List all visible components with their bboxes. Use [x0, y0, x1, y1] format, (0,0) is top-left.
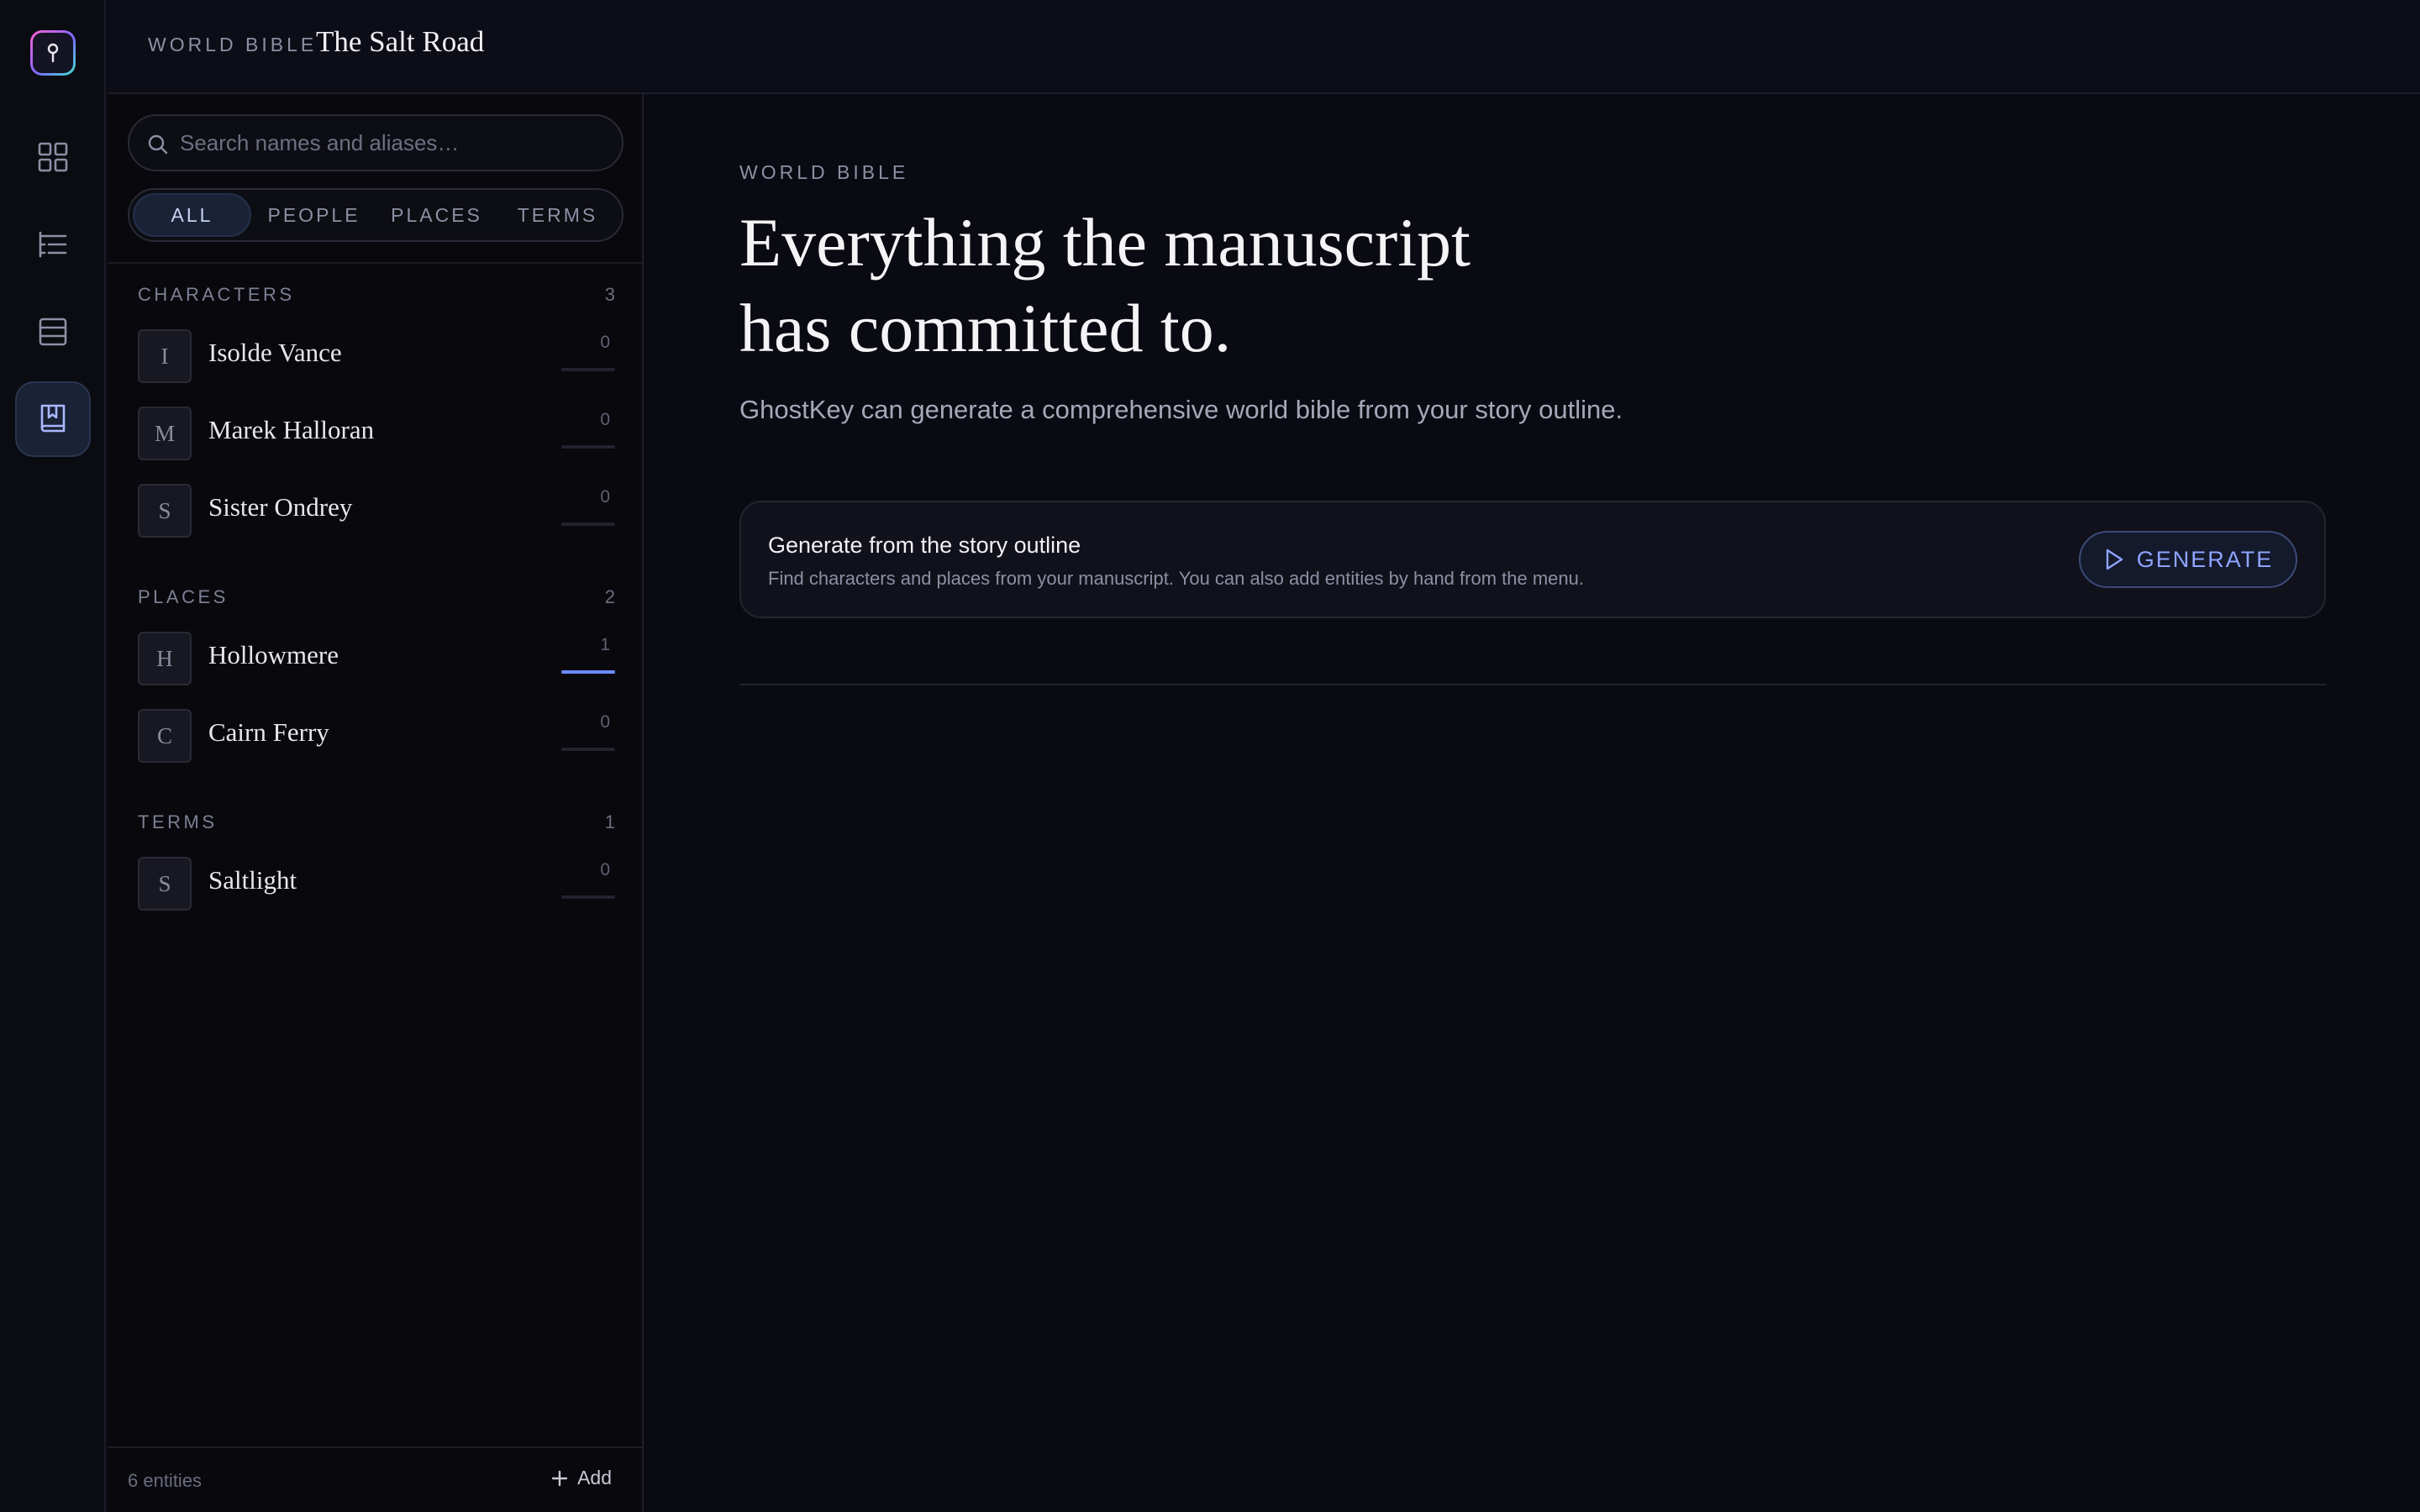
mention-count: 0 [600, 487, 610, 507]
entity-avatar: S [138, 857, 192, 911]
mention-bar [561, 522, 615, 526]
entity-avatar: S [138, 484, 192, 538]
section-title: TERMS [138, 811, 218, 832]
chapters-icon [39, 318, 67, 346]
plus-icon [551, 1470, 568, 1486]
dashboard-button[interactable] [15, 119, 91, 195]
page-title: Everything the manuscript has committed … [739, 200, 1664, 371]
add-label: Add [577, 1467, 612, 1488]
section-header-terms: TERMS 1 [138, 811, 615, 833]
entity-row-hollowmere[interactable]: H Hollowmere 1 [138, 632, 615, 687]
mention-bar [561, 748, 615, 751]
top-bar: WORLD BIBLE The Salt Road [108, 0, 2420, 94]
lede-text: GhostKey can generate a comprehensive wo… [739, 395, 1623, 424]
mention-count: 0 [600, 410, 610, 429]
entity-row-saltlight[interactable]: S Saltlight 0 [138, 857, 615, 912]
tab-places[interactable]: PLACES [376, 193, 497, 237]
world-bible-button[interactable] [15, 381, 91, 457]
generate-button[interactable]: GENERATE [2079, 531, 2297, 588]
section-header-characters: CHARACTERS 3 [138, 284, 615, 306]
outline-icon [39, 231, 67, 258]
section-count: 1 [604, 811, 615, 832]
mention-bar [561, 670, 615, 674]
entity-name: Isolde Vance [208, 338, 342, 367]
breadcrumb-section: WORLD BIBLE [148, 34, 318, 55]
mention-bar [561, 895, 615, 899]
outline-button[interactable] [15, 207, 91, 282]
keyhole-icon [47, 43, 59, 63]
search-bar[interactable] [128, 114, 623, 171]
content-divider [739, 684, 2326, 685]
entity-avatar: I [138, 329, 192, 383]
entity-total: 6 entities [128, 1470, 203, 1491]
mention-count: 0 [600, 333, 610, 352]
chapters-button[interactable] [15, 294, 91, 370]
panel-footer: 6 entities Add [108, 1446, 642, 1512]
entity-avatar: C [138, 709, 192, 763]
entity-row-marek-halloran[interactable]: M Marek Halloran 0 [138, 407, 615, 462]
play-icon [2106, 549, 2123, 570]
tab-terms[interactable]: TERMS [497, 193, 618, 237]
project-title[interactable]: The Salt Road [316, 25, 484, 59]
entity-avatar: M [138, 407, 192, 460]
generate-label: GENERATE [2136, 546, 2274, 572]
app-logo[interactable] [30, 30, 76, 76]
tab-all[interactable]: ALL [133, 193, 252, 237]
mention-count: 1 [600, 635, 610, 654]
eyebrow: WORLD BIBLE [739, 161, 909, 183]
world-bible-icon [40, 404, 66, 433]
panel-divider [108, 262, 642, 264]
app-rail [0, 0, 106, 1512]
mention-count: 0 [600, 712, 610, 732]
section-title: CHARACTERS [138, 284, 295, 305]
entity-panel: ALL PEOPLE PLACES TERMS CHARACTERS 3 I I… [108, 94, 644, 1512]
mention-count: 0 [600, 860, 610, 879]
generate-card-description: Find characters and places from your man… [768, 568, 1584, 589]
search-icon [148, 134, 168, 155]
dashboard-icon [38, 142, 68, 172]
section-count: 3 [604, 284, 615, 305]
section-title: PLACES [138, 586, 229, 607]
entity-name: Cairn Ferry [208, 717, 329, 747]
entity-name: Saltlight [208, 865, 297, 895]
main-content: WORLD BIBLE Everything the manuscript ha… [645, 94, 2420, 1512]
entity-row-cairn-ferry[interactable]: C Cairn Ferry 0 [138, 709, 615, 764]
entity-name: Hollowmere [208, 640, 339, 669]
generate-card: Generate from the story outline Find cha… [739, 501, 2326, 618]
section-count: 2 [604, 586, 615, 607]
entity-name: Sister Ondrey [208, 492, 353, 522]
entity-name: Marek Halloran [208, 415, 375, 444]
search-input[interactable] [180, 126, 600, 160]
entity-row-isolde-vance[interactable]: I Isolde Vance 0 [138, 329, 615, 385]
generate-card-title: Generate from the story outline [768, 533, 1081, 558]
entity-row-sister-ondrey[interactable]: S Sister Ondrey 0 [138, 484, 615, 539]
add-entity-button[interactable]: Add [550, 1467, 612, 1489]
tab-people[interactable]: PEOPLE [251, 193, 376, 237]
mention-bar [561, 368, 615, 371]
section-header-places: PLACES 2 [138, 586, 615, 608]
entity-avatar: H [138, 632, 192, 685]
filter-tabs: ALL PEOPLE PLACES TERMS [128, 188, 623, 242]
headline-line-2: has committed to. [739, 290, 1232, 366]
headline-line-1: Everything the manuscript [739, 204, 1470, 281]
mention-bar [561, 445, 615, 449]
